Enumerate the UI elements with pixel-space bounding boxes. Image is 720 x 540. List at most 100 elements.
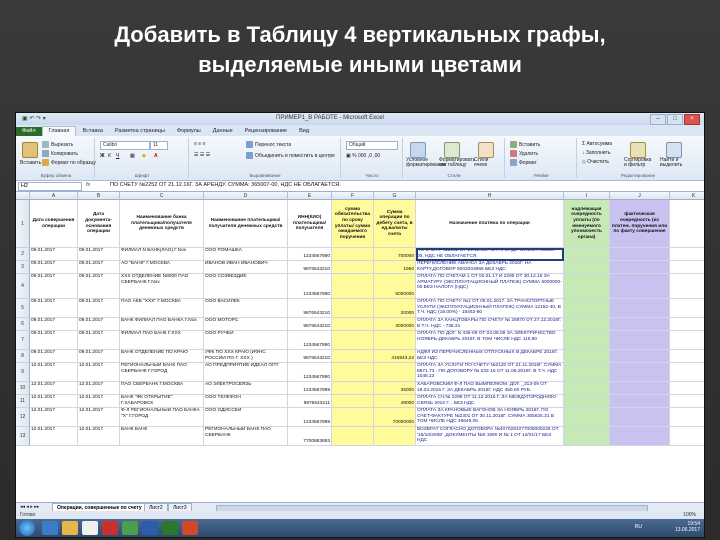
cell-b[interactable]: 12.01.2017: [78, 395, 120, 408]
format-cells-button[interactable]: Формат: [510, 159, 537, 166]
paste-icon[interactable]: [22, 142, 38, 158]
cell-c[interactable]: АО "БАНК" Г.МОСКВА: [120, 261, 204, 274]
cell-i[interactable]: [564, 248, 610, 261]
cell-h[interactable]: ПЕРЕЧИСЛЕНИЕ АВАНСА ЗА ДЕКАБРЬ 2016Г. НА…: [416, 261, 564, 274]
cell-h[interactable]: ОПЛАТА СЧ.№ 2299 ОТ 11.12.2016 Г. ЗА МЕЖ…: [416, 395, 564, 408]
system-clock[interactable]: 19:54 13.06.2017: [675, 521, 700, 533]
cell-b[interactable]: 09.01.2017: [78, 318, 120, 331]
close-button[interactable]: ×: [684, 114, 700, 125]
column-header-b[interactable]: B: [78, 192, 120, 200]
cell-g[interactable]: 5000000: [374, 274, 416, 299]
tab-insert[interactable]: Вставка: [76, 127, 108, 136]
cell-d[interactable]: ООО ТЕЛЕФОН: [204, 395, 288, 408]
column-header-j[interactable]: J: [610, 192, 670, 200]
empty-cell[interactable]: [670, 408, 704, 427]
cell-c[interactable]: БАНК ОТДЕЛЕНИЕ ПО КРАЮ: [120, 350, 204, 363]
cell-g[interactable]: 35000: [374, 382, 416, 395]
empty-cell[interactable]: [670, 248, 704, 261]
explorer-icon[interactable]: [62, 521, 78, 535]
header-cell-g[interactable]: Сумма операции по дебету счета, в ед.вал…: [374, 200, 416, 248]
cell-c[interactable]: ФИЛИАЛ N БАНК(ЛАО) Г.Nox: [120, 248, 204, 261]
cell-b[interactable]: 12.01.2017: [78, 382, 120, 395]
tab-review[interactable]: Рецензирование: [239, 127, 293, 136]
word-icon[interactable]: [142, 521, 158, 535]
tab-file[interactable]: Файл: [16, 127, 42, 136]
conditional-format-icon[interactable]: [410, 142, 426, 158]
cell-f[interactable]: [332, 331, 374, 350]
cell-d[interactable]: ООО СОЗВЕЗДИЕ: [204, 274, 288, 299]
cell-c[interactable]: ПАО СБЕРБАНК Г.МОСКВА: [120, 382, 204, 395]
empty-cell[interactable]: [670, 427, 704, 446]
delete-cells-button[interactable]: Удалить: [510, 150, 538, 157]
cell-e[interactable]: 9876543210: [288, 261, 332, 274]
cell-j[interactable]: [610, 395, 670, 408]
insert-cells-button[interactable]: Вставить: [510, 141, 540, 148]
conditional-format-button[interactable]: Условное форматирование: [406, 158, 446, 168]
chrome-icon[interactable]: [82, 521, 98, 535]
cell-b[interactable]: 09.01.2017: [78, 350, 120, 363]
row-header[interactable]: 9: [16, 363, 30, 382]
header-cell-h[interactable]: Назначение платежа по операции: [416, 200, 564, 248]
media-icon[interactable]: [102, 521, 118, 535]
cell-h[interactable]: ВОЗВРАТ СОГЛАСНО ДОГОВОРА №4070281077005…: [416, 427, 564, 446]
cell-b[interactable]: 09.01.2017: [78, 299, 120, 318]
start-button[interactable]: [19, 520, 35, 536]
language-indicator[interactable]: RU: [635, 524, 642, 530]
empty-cell[interactable]: [670, 363, 704, 382]
cell-f[interactable]: [332, 363, 374, 382]
cell-c[interactable]: БАНК "ФК ОТКРЫТИЕ" Г.ХАБАРОВСК: [120, 395, 204, 408]
cell-g[interactable]: 3000000: [374, 318, 416, 331]
header-cell-a[interactable]: Дата совершения операции: [30, 200, 78, 248]
align-top-icon[interactable]: ≡ ≡ ≡: [194, 141, 206, 147]
cell-d[interactable]: ООО РОМАШКА: [204, 248, 288, 261]
wrap-text-button[interactable]: Перенос текста: [246, 141, 291, 148]
italic-button[interactable]: К: [108, 153, 111, 159]
column-header-k[interactable]: K: [670, 192, 704, 200]
minimize-button[interactable]: –: [650, 114, 666, 125]
cell-c[interactable]: ПАО АКБ "XXX" Г.МОСКВА: [120, 299, 204, 318]
tab-view[interactable]: Вид: [293, 127, 315, 136]
fill-color-icon[interactable]: ◆: [142, 153, 146, 159]
column-header-a[interactable]: A: [30, 192, 78, 200]
empty-cell[interactable]: [670, 318, 704, 331]
cell-f[interactable]: [332, 408, 374, 427]
cell-d[interactable]: УФК ПО XXX КРАЮ (ИФНС РОССИИ ПО Г. XXX ): [204, 350, 288, 363]
tab-data[interactable]: Данные: [207, 127, 239, 136]
cell-b[interactable]: 12.01.2017: [78, 427, 120, 446]
row-header[interactable]: 8: [16, 350, 30, 363]
tab-page-layout[interactable]: Разметка страницы: [109, 127, 171, 136]
worksheet-grid[interactable]: ABCDEFGHIJKLMN1Дата совершения операцииД…: [16, 192, 704, 502]
cell-h[interactable]: ОПЛАТА ПО СЧЕТАМ 1 ОТ 02.01.17 И 2299 ОТ…: [416, 274, 564, 299]
cell-h[interactable]: ОПЛАТА ЗА КАНЦТОВАРЫ ПО СЧЕТУ № 28870 ОТ…: [416, 318, 564, 331]
format-painter-button[interactable]: Формат по образцу: [42, 159, 96, 166]
bold-button[interactable]: Ж: [100, 153, 105, 159]
cell-i[interactable]: [564, 427, 610, 446]
cell-e[interactable]: 1234567890: [288, 363, 332, 382]
header-cell-e[interactable]: ИНН(КИО) плательщика/получателя: [288, 200, 332, 248]
cell-f[interactable]: [332, 274, 374, 299]
row-header[interactable]: 5: [16, 299, 30, 318]
header-cell-b[interactable]: Дата документа-основания операции: [78, 200, 120, 248]
skype-icon[interactable]: [122, 521, 138, 535]
empty-cell[interactable]: [670, 274, 704, 299]
cell-i[interactable]: [564, 261, 610, 274]
cell-j[interactable]: [610, 331, 670, 350]
empty-cell[interactable]: [670, 200, 704, 248]
header-cell-j[interactable]: фактическая очередность (из платеж. пору…: [610, 200, 670, 248]
empty-cell[interactable]: [670, 261, 704, 274]
zoom-level[interactable]: 100%: [683, 511, 696, 519]
cell-j[interactable]: [610, 261, 670, 274]
cell-d[interactable]: РЕГИОНАЛЬНЫЙ БАНК ПАО СБЕРБАНК: [204, 427, 288, 446]
cell-i[interactable]: [564, 331, 610, 350]
cell-h[interactable]: ОПЛАТА ЗА УСЛУГИ ПО СЧЕТУ №2120 ОТ 21.11…: [416, 363, 564, 382]
row-header[interactable]: 2: [16, 248, 30, 261]
cell-e[interactable]: 1234567899: [288, 408, 332, 427]
cell-c[interactable]: ФИЛИАЛ ПАО БАНК Г.XXX: [120, 331, 204, 350]
cell-d[interactable]: ООО ВАСИЛЕК: [204, 299, 288, 318]
cell-h[interactable]: ОПЛАТА ПО ДОГ. N 435-09 ОТ 04.08.09 ЗА Э…: [416, 331, 564, 350]
row-header[interactable]: 10: [16, 382, 30, 395]
cell-e[interactable]: 7700883893: [288, 427, 332, 446]
font-name-select[interactable]: Calibri: [100, 141, 150, 150]
row-header[interactable]: 3: [16, 261, 30, 274]
cell-j[interactable]: [610, 299, 670, 318]
